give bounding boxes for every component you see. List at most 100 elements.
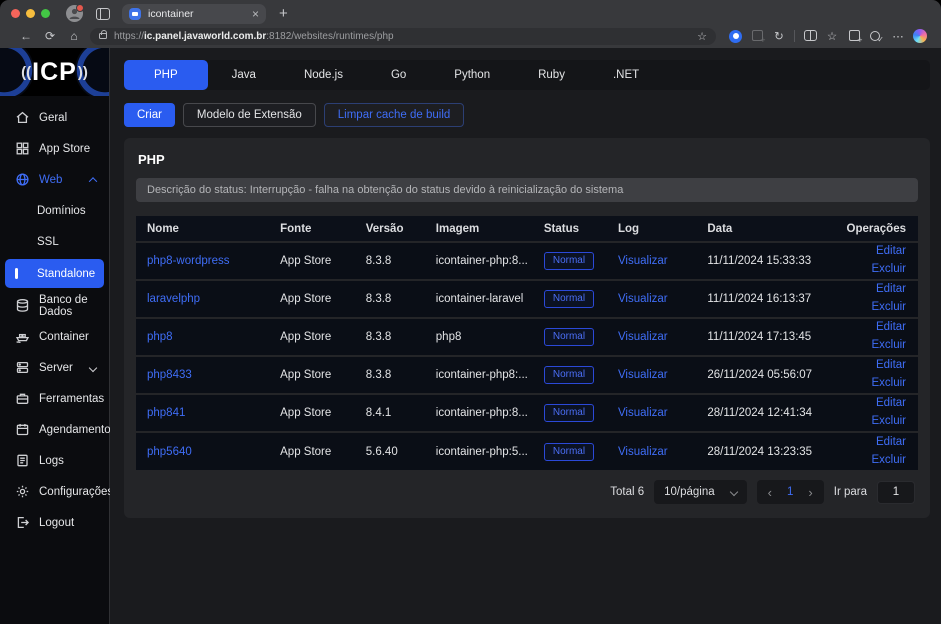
- goto-page-input[interactable]: [877, 481, 915, 504]
- runtime-version: 8.3.8: [358, 280, 428, 318]
- runtime-source: App Store: [272, 394, 358, 432]
- table-row: php8-wordpress App Store 8.3.8 icontaine…: [136, 242, 918, 280]
- view-log-link[interactable]: Visualizar: [618, 369, 668, 381]
- profile-avatar[interactable]: [66, 5, 83, 22]
- favorites-icon[interactable]: ☆: [821, 29, 843, 43]
- database-icon: [15, 298, 30, 313]
- bookmark-star-icon[interactable]: ☆: [697, 30, 707, 43]
- runtimes-table: Nome Fonte Versão Imagem Status Log Data…: [136, 216, 918, 470]
- status-badge: Normal: [544, 328, 594, 346]
- more-menu-icon[interactable]: ⋯: [887, 29, 909, 43]
- collections-icon[interactable]: [843, 30, 865, 42]
- address-bar[interactable]: https://ic.panel.javaworld.com.br:8182/w…: [90, 28, 716, 45]
- delete-link[interactable]: Excluir: [840, 337, 906, 355]
- site-favicon: [129, 8, 141, 20]
- sidebar-item-web[interactable]: Web: [0, 164, 109, 195]
- gear-icon: [15, 484, 30, 499]
- tab-nodejs[interactable]: Node.js: [280, 60, 367, 90]
- tab-dotnet[interactable]: .NET: [589, 60, 663, 90]
- view-log-link[interactable]: Visualizar: [618, 293, 668, 305]
- edit-link[interactable]: Editar: [840, 434, 906, 452]
- copilot-icon[interactable]: [909, 29, 931, 43]
- view-log-link[interactable]: Visualizar: [618, 255, 668, 267]
- runtime-name-link[interactable]: laravelphp: [147, 293, 200, 305]
- col-imagem: Imagem: [428, 216, 536, 242]
- view-log-link[interactable]: Visualizar: [618, 407, 668, 419]
- status-badge: Normal: [544, 366, 594, 384]
- browser-tab-icontainer[interactable]: icontainer ×: [122, 4, 266, 24]
- sidebar-item-logs[interactable]: Logs: [0, 445, 109, 476]
- tab-workspaces-icon[interactable]: [96, 8, 110, 20]
- zoom-window-button[interactable]: [41, 9, 50, 18]
- split-screen-icon[interactable]: [799, 30, 821, 42]
- tab-php[interactable]: PHP: [124, 60, 208, 90]
- runtime-name-link[interactable]: php5640: [147, 446, 192, 458]
- sync-badge-icon[interactable]: [724, 30, 746, 43]
- extensions-icon[interactable]: [746, 30, 768, 42]
- back-button[interactable]: ←: [14, 29, 38, 43]
- view-log-link[interactable]: Visualizar: [618, 446, 668, 458]
- traffic-lights: [11, 9, 50, 18]
- runtime-date: 11/11/2024 17:13:45: [699, 318, 832, 356]
- tab-java[interactable]: Java: [208, 60, 280, 90]
- page-size-select[interactable]: 10/página: [654, 480, 747, 504]
- section-title: PHP: [138, 152, 918, 167]
- delete-link[interactable]: Excluir: [840, 452, 906, 470]
- runtime-version: 8.3.8: [358, 356, 428, 394]
- sidebar-item-logout[interactable]: Logout: [0, 507, 109, 538]
- create-button[interactable]: Criar: [124, 103, 175, 127]
- sidebar-item-standalone[interactable]: Standalone: [5, 259, 104, 288]
- tab-ruby[interactable]: Ruby: [514, 60, 589, 90]
- lock-icon[interactable]: [99, 33, 107, 39]
- sidebar-item-dominios[interactable]: Domínios: [0, 195, 109, 226]
- sidebar-item-container[interactable]: Container: [0, 321, 109, 352]
- clear-build-cache-button[interactable]: Limpar cache de build: [324, 103, 465, 127]
- delete-link[interactable]: Excluir: [840, 261, 906, 279]
- refresh-button[interactable]: ⟳: [38, 29, 62, 43]
- edit-link[interactable]: Editar: [840, 357, 906, 375]
- edit-link[interactable]: Editar: [840, 281, 906, 299]
- sidebar-item-configuracoes[interactable]: Configurações: [0, 476, 109, 507]
- status-badge: Normal: [544, 404, 594, 422]
- toolbar-divider: [794, 30, 795, 42]
- view-log-link[interactable]: Visualizar: [618, 331, 668, 343]
- runtime-name-link[interactable]: php8433: [147, 369, 192, 381]
- delete-link[interactable]: Excluir: [840, 375, 906, 393]
- tab-python[interactable]: Python: [430, 60, 514, 90]
- url-text: https://ic.panel.javaworld.com.br:8182/w…: [114, 31, 691, 42]
- close-window-button[interactable]: [11, 9, 20, 18]
- sidebar-item-server[interactable]: Server: [0, 352, 109, 383]
- browser-essentials-icon[interactable]: [865, 30, 887, 42]
- globe-icon: [15, 172, 30, 187]
- sidebar-item-agendamento[interactable]: Agendamento: [0, 414, 109, 445]
- sidebar-item-ssl[interactable]: SSL: [0, 226, 109, 257]
- runtime-source: App Store: [272, 318, 358, 356]
- sidebar-item-ferramentas[interactable]: Ferramentas: [0, 383, 109, 414]
- sidebar-item-app-store[interactable]: App Store: [0, 133, 109, 164]
- php-runtimes-card: PHP Descrição do status: Interrupção - f…: [124, 138, 930, 518]
- runtime-name-link[interactable]: php8-wordpress: [147, 255, 229, 267]
- edit-link[interactable]: Editar: [840, 319, 906, 337]
- sidebar-item-banco-de-dados[interactable]: Banco de Dados: [0, 290, 109, 321]
- history-icon[interactable]: ↻: [768, 29, 790, 43]
- home-button[interactable]: ⌂: [62, 29, 86, 43]
- minimize-window-button[interactable]: [26, 9, 35, 18]
- sidebar-item-geral[interactable]: Geral: [0, 102, 109, 133]
- delete-link[interactable]: Excluir: [840, 299, 906, 317]
- edit-link[interactable]: Editar: [840, 395, 906, 413]
- current-page[interactable]: 1: [787, 486, 793, 498]
- runtime-date: 11/11/2024 15:33:33: [699, 242, 832, 280]
- runtime-source: App Store: [272, 242, 358, 280]
- edit-link[interactable]: Editar: [840, 243, 906, 261]
- next-page-button[interactable]: ›: [808, 485, 812, 500]
- prev-page-button[interactable]: ‹: [768, 485, 772, 500]
- extension-template-button[interactable]: Modelo de Extensão: [183, 103, 316, 127]
- calendar-icon: [15, 422, 30, 437]
- runtime-name-link[interactable]: php8: [147, 331, 173, 343]
- delete-link[interactable]: Excluir: [840, 413, 906, 431]
- status-badge: Normal: [544, 252, 594, 270]
- tab-go[interactable]: Go: [367, 60, 430, 90]
- runtime-name-link[interactable]: php841: [147, 407, 185, 419]
- tab-close-icon[interactable]: ×: [252, 8, 259, 20]
- new-tab-button[interactable]: +: [279, 6, 288, 21]
